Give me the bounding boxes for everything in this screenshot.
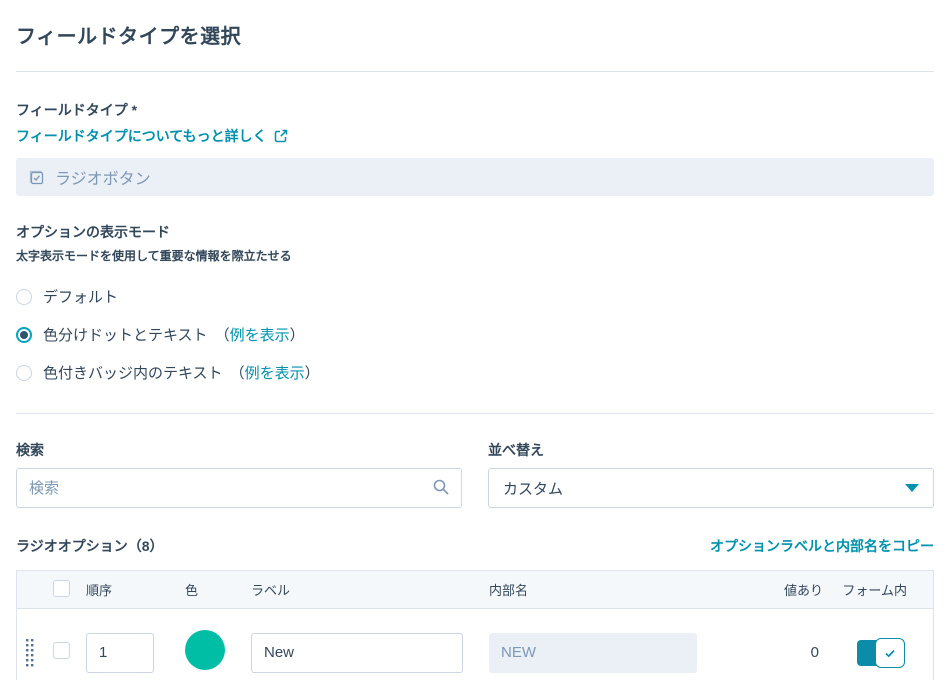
sort-select[interactable]: カスタム <box>488 468 934 508</box>
sort-selected-value: カスタム <box>503 478 563 499</box>
search-icon <box>432 478 450 501</box>
field-type-value-text: ラジオボタン <box>55 165 151 189</box>
select-all-checkbox[interactable] <box>53 580 70 597</box>
radio-button[interactable] <box>16 289 32 305</box>
toggle-knob <box>875 638 905 668</box>
display-mode-subheading: 太字表示モードを使用して重要な情報を際立たせる <box>16 247 934 264</box>
table-row: 0 <box>17 609 933 680</box>
field-type-panel: フィールドタイプを選択 フィールドタイプ * フィールドタイプについてもっと詳し… <box>0 20 950 680</box>
order-input[interactable] <box>86 633 154 673</box>
learn-more-link[interactable]: フィールドタイプについてもっと詳しく <box>16 126 267 146</box>
col-header-order: 順序 <box>83 580 185 599</box>
options-heading: ラジオオプション（8） <box>16 536 164 556</box>
divider <box>16 71 934 72</box>
filters-row: 検索 並べ替え カスタム <box>16 440 934 508</box>
radio-option-default[interactable]: デフォルト <box>16 286 934 307</box>
radio-option-label: 色付きバッジ内のテキスト <box>43 362 223 383</box>
radio-option-colored-dot[interactable]: 色分けドットとテキスト （例を表示） <box>16 324 934 345</box>
col-header-has-value: 値あり <box>739 580 827 599</box>
radio-option-colored-badge[interactable]: 色付きバッジ内のテキスト （例を表示） <box>16 362 934 383</box>
display-mode-heading: オプションの表示モード <box>16 222 934 242</box>
drag-handle-icon[interactable] <box>26 639 39 667</box>
radio-option-label: デフォルト <box>43 286 118 307</box>
show-example-link[interactable]: 例を表示 <box>245 365 305 382</box>
in-form-toggle[interactable] <box>857 640 903 666</box>
options-table: 順序 色 ラベル 内部名 値あり フォーム内 <box>16 570 934 680</box>
label-input[interactable] <box>251 633 463 673</box>
col-header-color: 色 <box>185 580 251 599</box>
divider <box>16 413 934 414</box>
sort-section: 並べ替え カスタム <box>488 440 934 508</box>
col-header-in-form: フォーム内 <box>827 580 931 599</box>
internal-name-input <box>489 633 697 673</box>
table-header-row: 順序 色 ラベル 内部名 値あり フォーム内 <box>17 571 933 609</box>
learn-more-row: フィールドタイプについてもっと詳しく <box>16 126 934 146</box>
options-header: ラジオオプション（8） オプションラベルと内部名をコピー <box>16 536 934 556</box>
radio-option-label: 色分けドットとテキスト <box>43 324 208 345</box>
has-value-count: 0 <box>739 644 827 661</box>
search-label: 検索 <box>16 440 462 460</box>
field-type-value: ラジオボタン <box>16 158 934 196</box>
option-example: （例を表示） <box>215 324 305 345</box>
color-swatch[interactable] <box>185 630 225 670</box>
option-example: （例を表示） <box>230 362 320 383</box>
row-checkbox[interactable] <box>53 642 70 659</box>
sort-label: 並べ替え <box>488 440 934 460</box>
checked-box-icon <box>28 169 45 186</box>
col-header-label: ラベル <box>251 580 489 599</box>
caret-down-icon <box>905 484 919 492</box>
search-section: 検索 <box>16 440 462 508</box>
search-input[interactable] <box>16 468 462 508</box>
show-example-link[interactable]: 例を表示 <box>230 327 290 344</box>
display-mode-options: デフォルト 色分けドットとテキスト （例を表示） 色付きバッジ内のテキスト （例… <box>16 286 934 383</box>
radio-button[interactable] <box>16 365 32 381</box>
page-title: フィールドタイプを選択 <box>16 20 934 49</box>
copy-options-link[interactable]: オプションラベルと内部名をコピー <box>710 536 934 556</box>
field-type-label: フィールドタイプ * <box>16 100 934 120</box>
radio-button[interactable] <box>16 327 32 343</box>
col-header-internal: 内部名 <box>489 580 739 599</box>
external-link-icon <box>274 129 288 143</box>
